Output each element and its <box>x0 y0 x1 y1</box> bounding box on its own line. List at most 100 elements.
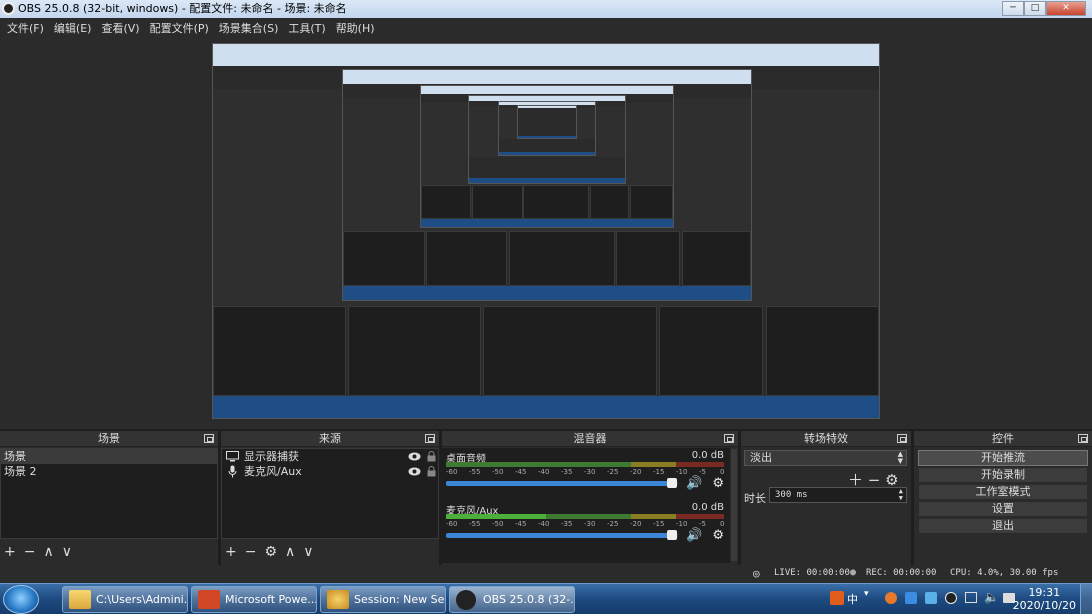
speaker-icon[interactable]: 🔊 <box>686 528 702 543</box>
scale-tick: -10 <box>676 520 688 528</box>
session-icon <box>327 590 349 609</box>
scale-tick: 0 <box>720 520 725 528</box>
menu-edit[interactable]: 编辑(E) <box>49 20 97 36</box>
scale-tick: -40 <box>538 520 550 528</box>
scale-tick: -10 <box>676 468 688 476</box>
minimize-button[interactable]: ─ <box>1002 1 1024 16</box>
undock-icon[interactable] <box>897 434 907 443</box>
speaker-icon[interactable]: 🔊 <box>686 476 702 491</box>
meter-scale: -60 -55 -50 -45 -40 -35 -30 -25 -20 -15 … <box>446 520 726 529</box>
duration-value: 300 ms <box>775 490 808 500</box>
scale-tick: -55 <box>469 520 481 528</box>
start-streaming-button[interactable]: 开始推流 <box>918 450 1088 466</box>
tray-app-icon[interactable] <box>925 592 937 604</box>
scale-tick: -15 <box>653 520 665 528</box>
studio-mode-button[interactable]: 工作室模式 <box>918 484 1088 500</box>
ime-indicator[interactable]: 中 <box>847 591 858 607</box>
volume-icon[interactable]: 🔈 <box>984 590 999 604</box>
move-source-up-button[interactable]: ∧ <box>285 544 295 560</box>
chevron-updown-icon: ▲ ▼ <box>897 450 903 465</box>
scale-tick: -45 <box>515 520 527 528</box>
lock-icon[interactable] <box>427 451 436 462</box>
lock-icon[interactable] <box>427 466 436 477</box>
mixer-channel-desktop: 桌面音频 0.0 dB -60 -55 -50 -45 -40 -35 -30 … <box>446 450 726 500</box>
taskbar-label: Session: New Se... <box>354 593 446 606</box>
source-item[interactable]: 麦克风/Aux <box>222 464 438 479</box>
taskbar-item-obs[interactable]: OBS 25.0.8 (32-... <box>449 586 575 613</box>
taskbar-item-explorer[interactable]: C:\Users\Admini... <box>62 586 188 613</box>
scene-item[interactable]: 场景 2 <box>1 464 217 479</box>
gear-icon[interactable]: ⚙ <box>712 476 724 491</box>
scale-tick: -55 <box>469 468 481 476</box>
window-titlebar: OBS 25.0.8 (32-bit, windows) - 配置文件: 未命名… <box>0 0 1092 18</box>
source-label: 显示器捕获 <box>244 450 299 463</box>
ime-menu-icon[interactable]: ▾ <box>864 589 869 599</box>
ime-logo-icon[interactable] <box>830 591 844 605</box>
scale-tick: -25 <box>607 520 619 528</box>
sources-dock: 来源 显示器捕获 麦克风/Aux + − ⚙ ∧ ∨ <box>221 431 439 565</box>
start-recording-button[interactable]: 开始录制 <box>918 467 1088 483</box>
move-scene-up-button[interactable]: ∧ <box>43 544 53 560</box>
taskbar-clock[interactable]: 19:31 2020/10/20 <box>1013 586 1076 612</box>
channel-actions: 🔊 ⚙ <box>686 476 724 491</box>
folder-icon <box>69 590 91 609</box>
transition-selected: 淡出 <box>750 451 772 464</box>
volume-slider[interactable] <box>446 530 678 540</box>
duration-spinbox[interactable]: 300 ms ▲ ▼ <box>769 487 907 503</box>
obs-icon <box>456 590 476 610</box>
channel-db: 0.0 dB <box>691 502 724 513</box>
taskbar-label: C:\Users\Admini... <box>96 593 188 606</box>
close-button[interactable]: ✕ <box>1046 1 1086 16</box>
volume-meter <box>446 514 726 519</box>
visibility-eye-icon[interactable] <box>408 452 421 461</box>
remove-scene-button[interactable]: − <box>24 544 36 560</box>
tray-app-icon[interactable] <box>885 592 897 604</box>
undock-icon[interactable] <box>425 434 435 443</box>
scale-tick: -30 <box>584 468 596 476</box>
obs-tray-icon[interactable] <box>945 592 957 604</box>
live-status: LIVE: 00:00:00 <box>774 568 850 578</box>
menu-profile[interactable]: 配置文件(P) <box>145 20 214 36</box>
spin-arrows-icon[interactable]: ▲ ▼ <box>899 488 903 502</box>
visibility-eye-icon[interactable] <box>408 467 421 476</box>
scale-tick: -45 <box>515 468 527 476</box>
undock-icon[interactable] <box>724 434 734 443</box>
start-button[interactable] <box>3 585 39 614</box>
taskbar-item-powerpoint[interactable]: Microsoft Powe... <box>191 586 317 613</box>
volume-slider[interactable] <box>446 478 678 488</box>
move-source-down-button[interactable]: ∨ <box>303 544 313 560</box>
remove-source-button[interactable]: − <box>245 544 257 560</box>
show-desktop-button[interactable] <box>1080 584 1092 614</box>
windows-taskbar: C:\Users\Admini... Microsoft Powe... Ses… <box>0 583 1092 614</box>
network-icon[interactable] <box>965 592 977 603</box>
scenes-dock-title: 场景 <box>98 432 120 445</box>
maximize-button[interactable]: □ <box>1024 1 1046 16</box>
mixer-scrollbar[interactable] <box>731 449 737 561</box>
status-bar: ◎ LIVE: 00:00:00 ● REC: 00:00:00 CPU: 4.… <box>0 565 1092 583</box>
undock-icon[interactable] <box>204 434 214 443</box>
source-item[interactable]: 显示器捕获 <box>222 449 438 464</box>
undock-icon[interactable] <box>1078 434 1088 443</box>
settings-button[interactable]: 设置 <box>918 501 1088 517</box>
obs-app-icon <box>2 2 15 15</box>
tray-app-icon[interactable] <box>905 592 917 604</box>
taskbar-label: OBS 25.0.8 (32-... <box>483 593 575 606</box>
sources-toolbar: + − ⚙ ∧ ∨ <box>221 539 439 565</box>
taskbar-item-session[interactable]: Session: New Se... <box>320 586 446 613</box>
scene-item[interactable]: 场景 <box>1 449 217 464</box>
menu-scene-collection[interactable]: 场景集合(S) <box>214 20 284 36</box>
transition-select[interactable]: 淡出 ▲ ▼ <box>744 450 907 466</box>
menu-help[interactable]: 帮助(H) <box>331 20 380 36</box>
clock-date: 2020/10/20 <box>1012 599 1076 612</box>
menu-file[interactable]: 文件(F) <box>2 20 49 36</box>
preview-canvas[interactable] <box>0 37 1092 429</box>
gear-icon[interactable]: ⚙ <box>712 528 724 543</box>
channel-db: 0.0 dB <box>691 450 724 461</box>
add-source-button[interactable]: + <box>225 544 237 560</box>
add-scene-button[interactable]: + <box>4 544 16 560</box>
exit-button[interactable]: 退出 <box>918 518 1088 534</box>
menu-tools[interactable]: 工具(T) <box>283 20 330 36</box>
source-properties-button[interactable]: ⚙ <box>264 544 277 560</box>
menu-view[interactable]: 查看(V) <box>96 20 144 36</box>
move-scene-down-button[interactable]: ∨ <box>62 544 72 560</box>
